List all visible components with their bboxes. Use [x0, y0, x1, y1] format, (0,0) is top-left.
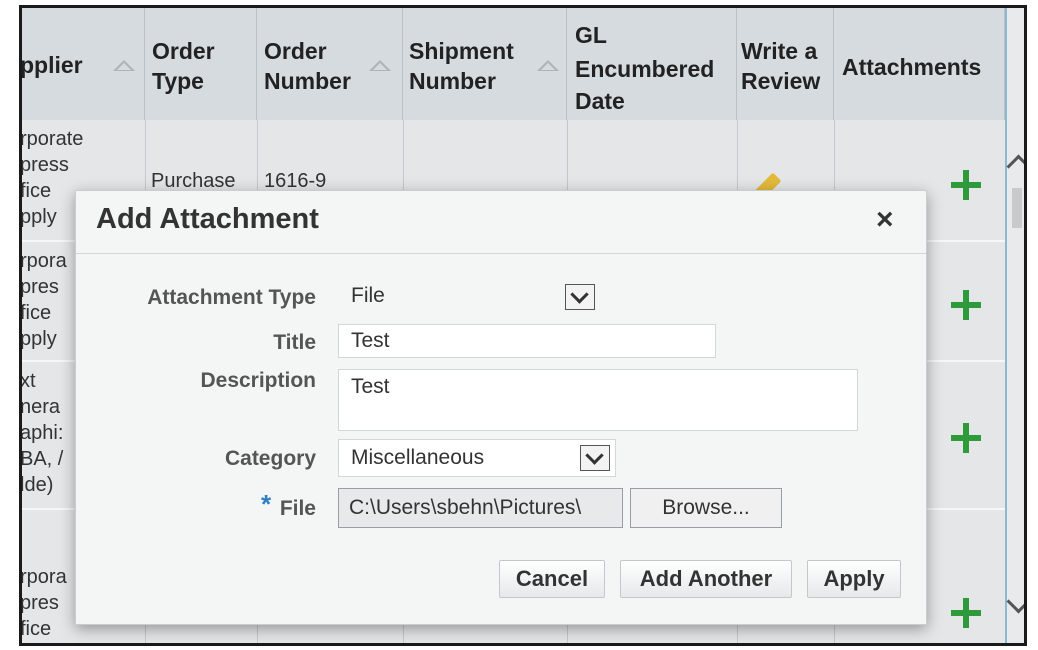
supplier-cell-line: fice	[20, 302, 52, 324]
add-attachment-plus-icon[interactable]	[951, 598, 981, 628]
supplier-cell-line: BA, /	[20, 448, 64, 470]
supplier-cell-line: pply	[20, 328, 57, 350]
close-icon[interactable]: ×	[876, 205, 894, 235]
attachment-type-label: Attachment Type	[147, 286, 316, 309]
chevron-down-icon[interactable]	[565, 284, 595, 310]
sort-ascending-icon[interactable]	[113, 60, 135, 71]
column-header-gl-line3: Date	[575, 88, 625, 114]
file-label: File	[279, 497, 316, 520]
sort-ascending-icon[interactable]	[369, 60, 391, 71]
file-path-input[interactable]: C:\Users\sbehn\Pictures\	[338, 488, 623, 528]
scroll-down-icon[interactable]	[1006, 589, 1024, 614]
column-header-review-line2: Review	[741, 68, 821, 94]
supplier-cell-line: pply	[20, 206, 57, 228]
column-header-order-type-line1: Order	[152, 38, 215, 64]
apply-button[interactable]: Apply	[807, 560, 901, 598]
category-value: Miscellaneous	[351, 446, 485, 469]
column-header-shipment-line2: Number	[409, 68, 496, 94]
chevron-down-icon[interactable]	[580, 445, 610, 471]
browse-button[interactable]: Browse...	[630, 488, 782, 528]
column-header-shipment-number[interactable]: Shipment Number	[403, 8, 567, 120]
description-label: Description	[200, 369, 316, 392]
category-label: Category	[224, 447, 316, 470]
title-input-value: Test	[351, 329, 390, 352]
column-header-attachments-label: Attachments	[842, 54, 982, 80]
supplier-cell-line: fice	[20, 180, 52, 202]
supplier-cell-line: fice	[20, 618, 52, 640]
column-header-gl-line1: GL	[575, 22, 607, 48]
column-header-order-number-line1: Order	[264, 38, 327, 64]
column-header-order-number-line2: Number	[264, 68, 351, 94]
description-value: Test	[351, 375, 390, 398]
scrollbar-thumb[interactable]	[1012, 188, 1022, 228]
cancel-button[interactable]: Cancel	[499, 560, 605, 598]
sort-ascending-icon[interactable]	[537, 60, 559, 71]
supplier-cell-line: aphi:	[20, 422, 64, 444]
supplier-cell-line: rporate	[20, 128, 84, 150]
column-header-write-review[interactable]: Write a Review	[737, 8, 834, 120]
add-attachment-plus-icon[interactable]	[951, 290, 981, 320]
add-another-button[interactable]: Add Another	[620, 560, 792, 598]
supplier-cell-line: rpora	[20, 566, 67, 588]
column-header-order-type-line2: Type	[152, 68, 204, 94]
add-attachment-dialog: Add Attachment × Attachment Type File Ti…	[75, 190, 927, 625]
column-header-gl-line2: Encumbered	[575, 56, 715, 82]
add-attachment-plus-icon[interactable]	[951, 423, 981, 453]
dialog-title: Add Attachment	[96, 203, 319, 235]
supplier-cell-line: pres	[20, 276, 59, 298]
column-header-order-number[interactable]: Order Number	[257, 8, 403, 120]
file-path-value: C:\Users\sbehn\Pictures\	[349, 496, 582, 519]
column-header-supplier[interactable]: pplier	[22, 8, 145, 120]
attachment-type-select[interactable]: File	[338, 277, 598, 315]
scroll-up-icon[interactable]	[1006, 154, 1024, 179]
attachment-type-value: File	[351, 284, 385, 307]
description-textarea[interactable]: Test	[338, 369, 858, 431]
title-input[interactable]: Test	[338, 324, 716, 358]
supplier-cell-line: lde)	[20, 474, 54, 496]
vertical-scrollbar[interactable]	[1005, 8, 1024, 643]
supplier-cell-line: rpora	[20, 250, 67, 272]
supplier-cell-line: pres	[20, 592, 59, 614]
column-header-gl-encumbered-date[interactable]: GL Encumbered Date	[567, 8, 737, 120]
add-attachment-plus-icon[interactable]	[951, 170, 981, 200]
category-select[interactable]: Miscellaneous	[338, 439, 616, 477]
column-header-attachments[interactable]: Attachments	[834, 8, 1005, 120]
supplier-cell-line: xt	[20, 370, 36, 392]
column-header-review-line1: Write a	[741, 38, 818, 64]
required-asterisk: *	[261, 489, 272, 519]
supplier-cell-line: nera	[20, 396, 61, 418]
column-header-order-type[interactable]: Order Type	[145, 8, 257, 120]
supplier-cell-line: press	[20, 154, 69, 176]
dialog-divider	[76, 253, 926, 254]
column-header-shipment-line1: Shipment	[409, 38, 514, 64]
column-header-supplier-label: pplier	[20, 52, 83, 78]
title-label: Title	[273, 331, 316, 354]
